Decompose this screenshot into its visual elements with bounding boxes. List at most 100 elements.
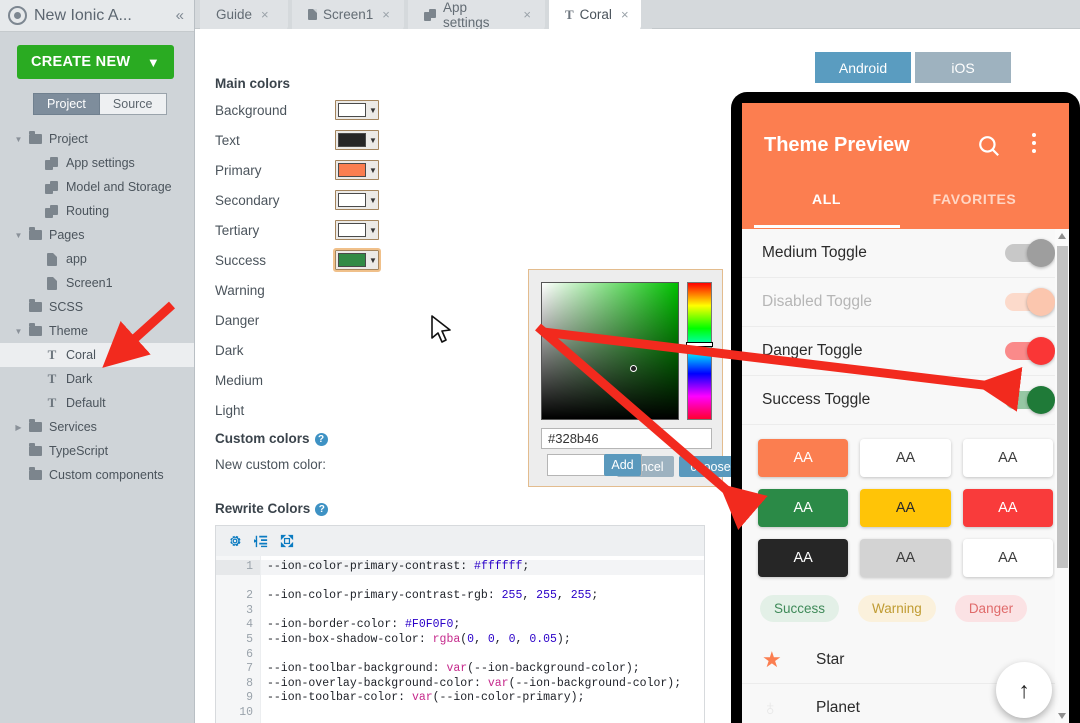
project-tree: ▼ Project App settings Model and Storage Rou… [0, 127, 194, 487]
chevron-down-icon[interactable]: ▼ [369, 196, 377, 205]
editor-tab-screen1[interactable]: Screen1 × [292, 0, 404, 29]
tree-item-custom-components[interactable]: Custom components [0, 463, 194, 487]
aa-button-r2-c0[interactable]: AA [758, 539, 849, 577]
tree-item-app-settings[interactable]: App settings [0, 151, 194, 175]
saturation-value-area[interactable] [541, 282, 679, 420]
color-row-text: Text ▼ [215, 129, 379, 151]
tree-item-model-and-storage[interactable]: Model and Storage [0, 175, 194, 199]
chevron-down-icon[interactable]: ▼ [369, 256, 377, 265]
more-vertical-icon[interactable] [1032, 133, 1037, 157]
color-name-label: Warning [215, 282, 265, 298]
color-swatch-button-primary[interactable]: ▼ [335, 160, 379, 180]
chevron-down-icon[interactable]: ▼ [369, 136, 377, 145]
add-custom-color-button[interactable]: Add [604, 454, 641, 476]
scroll-to-top-fab[interactable]: ↑ [996, 662, 1052, 718]
format-indent-icon[interactable] [254, 534, 268, 548]
platform-button-ios[interactable]: iOS [915, 52, 1011, 83]
tree-item-default[interactable]: T Default [0, 391, 194, 415]
collapse-sidebar-icon[interactable]: « [174, 7, 186, 24]
color-swatch-button-success[interactable]: ▼ [333, 248, 381, 272]
search-icon[interactable] [976, 133, 1002, 162]
scrollbar-thumb[interactable] [1057, 246, 1068, 568]
aa-button-r1-c2[interactable]: AA [962, 489, 1053, 527]
icon-row-label: Star [816, 650, 845, 668]
aa-button-r0-c0[interactable]: AA [758, 439, 849, 477]
tree-item-routing[interactable]: Routing [0, 199, 194, 223]
hue-slider[interactable] [687, 282, 712, 420]
sv-selector-handle[interactable] [630, 365, 637, 372]
tree-item-project[interactable]: ▼ Project [0, 127, 194, 151]
create-new-button[interactable]: CREATE NEW ▼ [17, 45, 174, 79]
tree-item-scss[interactable]: SCSS [0, 295, 194, 319]
aa-button-r2-c2[interactable]: AA [962, 539, 1053, 577]
tree-item-coral[interactable]: T Coral [0, 343, 194, 367]
tree-item-typescript[interactable]: TypeScript [0, 439, 194, 463]
color-name-label: Danger [215, 312, 260, 328]
editor-tab-coral[interactable]: T Coral × [549, 0, 641, 29]
color-swatch-button-tertiary[interactable]: ▼ [335, 220, 379, 240]
expand-icon[interactable] [280, 534, 294, 548]
tree-twisty-icon[interactable]: ▼ [12, 231, 25, 240]
toggle-switch[interactable] [1005, 239, 1055, 267]
color-swatch-button-secondary[interactable]: ▼ [335, 190, 379, 210]
tree-twisty-icon[interactable]: ▼ [12, 327, 25, 336]
aa-button-r1-c0[interactable]: AA [758, 489, 849, 527]
color-swatch-button-background[interactable]: ▼ [335, 100, 379, 120]
tree-twisty-icon[interactable]: ▶ [12, 423, 25, 432]
tree-item-label: Routing [66, 204, 110, 218]
chip-warning[interactable]: Warning [858, 595, 936, 622]
aa-button-r0-c2[interactable]: AA [962, 439, 1053, 477]
editor-code-area[interactable]: --ion-color-primary-contrast: #ffffff; --… [261, 556, 704, 723]
color-row-background: Background ▼ [215, 99, 379, 121]
chevron-down-icon[interactable]: ▼ [369, 166, 377, 175]
sidebar-tab-source[interactable]: Source [99, 93, 167, 115]
editor-tab-app-settings[interactable]: App settings × [408, 0, 545, 30]
close-icon[interactable]: × [382, 7, 390, 22]
hex-value-input[interactable]: #328b46 [541, 428, 712, 449]
line-number: 5 [246, 632, 253, 646]
tree-item-screen1[interactable]: Screen1 [0, 271, 194, 295]
aa-button-row: AA AA AA [758, 539, 1053, 577]
tree-item-services[interactable]: ▶ Services [0, 415, 194, 439]
toggle-switch[interactable] [1005, 337, 1055, 365]
chevron-down-icon[interactable]: ▼ [369, 106, 377, 115]
aa-button-r1-c1[interactable]: AA [860, 489, 951, 527]
color-swatch-tertiary [338, 223, 366, 237]
aa-button-r0-c1[interactable]: AA [860, 439, 951, 477]
gear-icon[interactable] [228, 534, 242, 548]
aa-button-r2-c1[interactable]: AA [860, 539, 951, 577]
aa-button-row: AA AA AA [758, 439, 1053, 477]
chip-danger[interactable]: Danger [954, 595, 1028, 622]
tree-item-dark[interactable]: T Dark [0, 367, 194, 391]
preview-scrollbar[interactable] [1055, 229, 1069, 723]
tree-item-pages[interactable]: ▼ Pages [0, 223, 194, 247]
scroll-up-arrow-icon[interactable] [1058, 233, 1066, 239]
close-icon[interactable]: × [621, 7, 629, 22]
tab-config-icon [424, 8, 437, 21]
custom-colors-help-icon[interactable]: ? [314, 432, 328, 446]
hue-slider-handle[interactable] [686, 342, 713, 347]
preview-tab-all[interactable]: ALL [754, 191, 899, 207]
star-icon: ★ [762, 646, 782, 672]
config-icon [42, 180, 62, 194]
tree-twisty-icon[interactable]: ▼ [12, 135, 25, 144]
rewrite-colors-help-icon[interactable]: ? [315, 502, 329, 516]
scroll-down-arrow-icon[interactable] [1058, 713, 1066, 719]
toggle-knob [1027, 288, 1055, 316]
editor-tab-guide[interactable]: Guide × [200, 0, 288, 29]
tree-item-theme[interactable]: ▼ Theme [0, 319, 194, 343]
close-icon[interactable]: × [261, 7, 269, 22]
platform-button-android[interactable]: Android [815, 52, 911, 83]
sidebar-tab-project[interactable]: Project [33, 93, 100, 115]
chip-success[interactable]: Success [760, 595, 840, 622]
preview-tab-favorites[interactable]: FAVORITES [902, 191, 1047, 207]
toggle-switch[interactable] [1005, 288, 1055, 316]
phone-frame: Theme Preview ALL FAVORITES Medium Toggl… [731, 92, 1080, 723]
tree-item-app[interactable]: app [0, 247, 194, 271]
toggle-switch[interactable] [1005, 386, 1055, 414]
close-icon[interactable]: × [523, 7, 531, 22]
editor-body: 1 2 3 4 5 6 7 8 9 10 --ion-color-primary-contrast… [216, 556, 704, 723]
color-swatch-button-text[interactable]: ▼ [335, 130, 379, 150]
chevron-down-icon[interactable]: ▼ [369, 226, 377, 235]
toggle-row-medium-toggle: Medium Toggle [742, 229, 1069, 278]
